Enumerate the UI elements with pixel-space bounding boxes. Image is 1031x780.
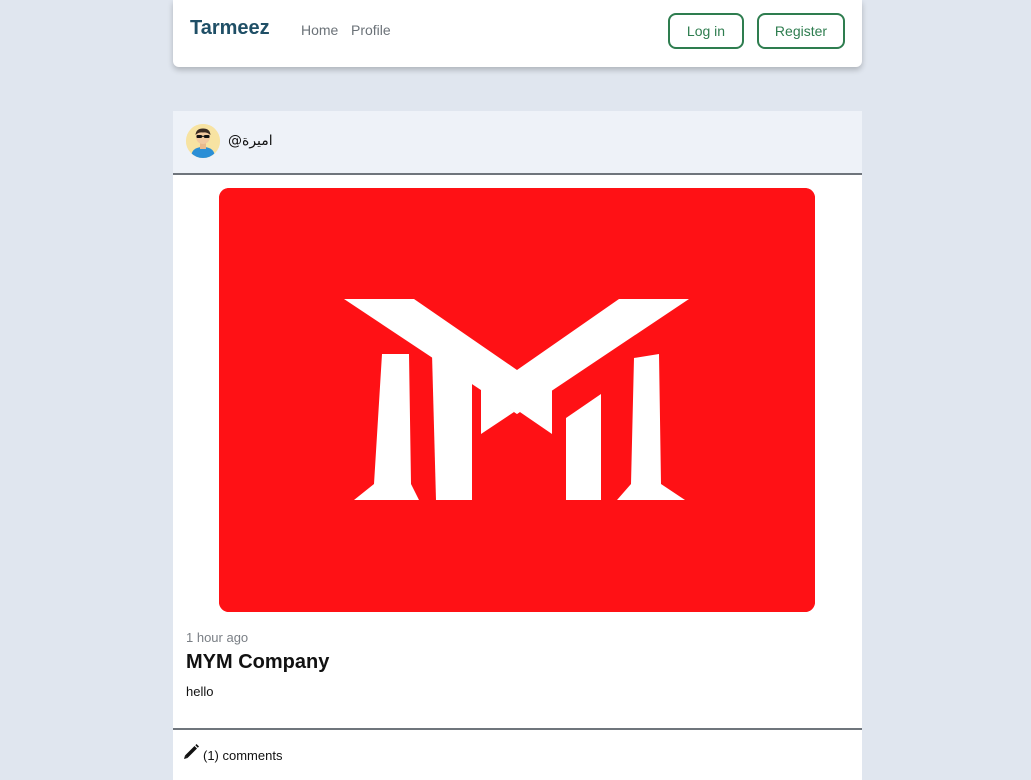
avatar[interactable] — [186, 124, 220, 158]
post-username[interactable]: @اميرة — [228, 133, 273, 149]
post-card: @اميرة 1 hour ago MYM Company hello (1) … — [173, 111, 862, 780]
post-card-footer: (1) comments — [173, 728, 862, 780]
login-button[interactable]: Log in — [668, 13, 744, 49]
nav-link-profile[interactable]: Profile — [351, 22, 391, 38]
post-card-header: @اميرة — [173, 111, 862, 175]
post-body: hello — [186, 684, 214, 699]
mym-logo-image — [219, 188, 815, 612]
nav-link-home[interactable]: Home — [301, 22, 338, 38]
post-time: 1 hour ago — [186, 630, 249, 645]
user-avatar-icon — [186, 124, 220, 158]
navbar: Tarmeez Home Profile Log in Register — [173, 0, 862, 67]
register-button[interactable]: Register — [757, 13, 845, 49]
comments-link[interactable]: (1) comments — [203, 748, 282, 763]
post-image — [219, 188, 815, 612]
pencil-icon[interactable] — [182, 743, 200, 761]
post-title: MYM Company — [186, 651, 330, 673]
brand-logo[interactable]: Tarmeez — [190, 17, 270, 40]
